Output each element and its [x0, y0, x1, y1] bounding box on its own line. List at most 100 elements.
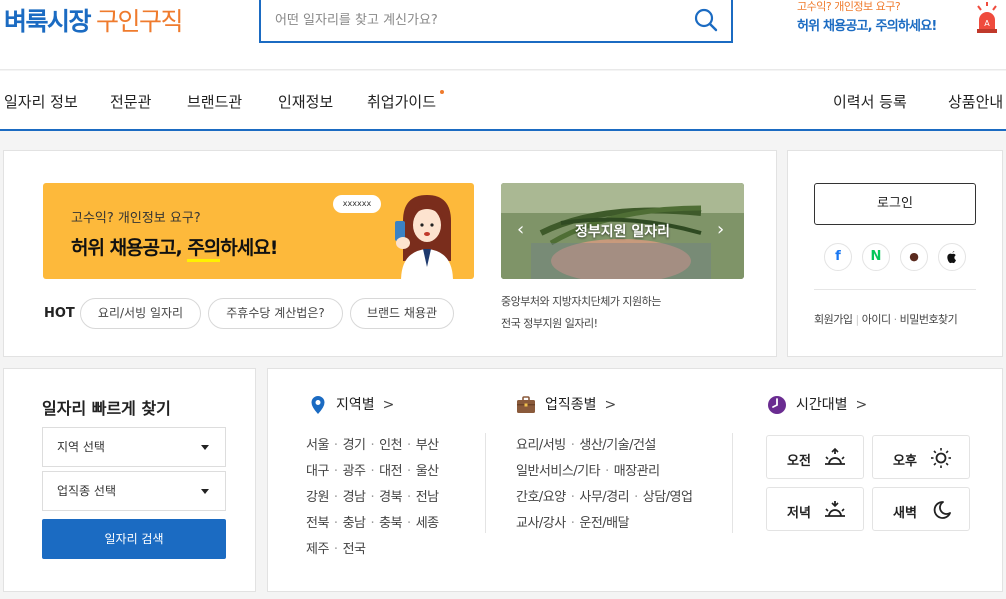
region-link[interactable]: 전북 — [306, 516, 329, 531]
region-category-link[interactable]: 지역별 > — [336, 394, 394, 414]
region-link[interactable]: 전국 — [343, 542, 366, 557]
job-type-row: 일반서비스/기타 · 매장관리 — [516, 459, 692, 485]
hot-tag-brand-hiring[interactable]: 브랜드 채용관 — [350, 298, 454, 329]
separator-dot: · — [370, 490, 375, 505]
region-row: 강원 · 경남 · 경북 · 전남 — [306, 485, 439, 511]
time-morning-button[interactable]: 오전 — [766, 435, 864, 479]
separator-dot: · — [634, 490, 638, 505]
divider — [814, 289, 976, 290]
job-search-button[interactable]: 일자리 검색 — [42, 519, 226, 559]
region-link[interactable]: 인천 — [379, 438, 402, 453]
job-type-link[interactable]: 상담/영업 — [643, 490, 693, 505]
region-row: 서울 · 경기 · 인천 · 부산 — [306, 433, 439, 459]
region-link[interactable]: 광주 — [343, 464, 366, 479]
job-type-select[interactable]: 업직종 선택 — [42, 471, 226, 511]
find-id-link[interactable]: 아이디 — [862, 313, 891, 326]
nav-specialty[interactable]: 전문관 — [110, 91, 151, 112]
scam-warning-banner[interactable]: 고수익? 개인정보 요구? 허위 채용공고, 주의하세요! xxxxxx — [43, 183, 474, 279]
time-evening-button[interactable]: 저녁 — [766, 487, 864, 531]
nav-job-info[interactable]: 일자리 정보 — [4, 91, 78, 112]
job-type-link[interactable]: 요리/서빙 — [516, 438, 566, 453]
column-divider — [485, 433, 486, 533]
separator-dot: · — [370, 516, 375, 531]
apple-icon[interactable] — [938, 243, 966, 271]
region-select-value: 지역 선택 — [57, 440, 105, 454]
site-logo[interactable]: 벼룩시장 구인구직 — [4, 2, 184, 38]
hot-tag-cooking[interactable]: 요리/서빙 일자리 — [80, 298, 201, 329]
time-afternoon-button[interactable]: 오후 — [872, 435, 970, 479]
hot-label: HOT — [44, 306, 75, 321]
search-input[interactable] — [275, 8, 675, 32]
region-link[interactable]: 서울 — [306, 438, 329, 453]
time-category-link[interactable]: 시간대별 > — [796, 394, 867, 414]
job-select-value: 업직종 선택 — [57, 484, 117, 498]
region-row: 전북 · 충남 · 충북 · 세종 — [306, 511, 439, 537]
facebook-icon[interactable]: f — [824, 243, 852, 271]
region-link[interactable]: 강원 — [306, 490, 329, 505]
nav-talent[interactable]: 인재정보 — [278, 91, 333, 112]
nav-career-guide[interactable]: 취업가이드 — [367, 91, 436, 112]
separator-dot: · — [407, 490, 411, 505]
caret-down-icon — [201, 445, 209, 450]
region-link[interactable]: 대전 — [379, 464, 402, 479]
promo-panel: 고수익? 개인정보 요구? 허위 채용공고, 주의하세요! xxxxxx ‹ ›… — [3, 150, 777, 357]
separator-dot: · — [407, 516, 411, 531]
region-select[interactable]: 지역 선택 — [42, 427, 226, 467]
region-link[interactable]: 경북 — [379, 490, 402, 505]
login-button[interactable]: 로그인 — [814, 183, 976, 225]
sunset-icon — [825, 501, 845, 517]
hot-tag-holiday-pay[interactable]: 주휴수당 계산법은? — [208, 298, 343, 329]
kakao-talk-icon[interactable]: ● — [900, 243, 928, 271]
nav-brand[interactable]: 브랜드관 — [187, 91, 242, 112]
time-morning-label: 오전 — [787, 454, 811, 469]
separator-dot: · — [407, 464, 411, 479]
job-type-link[interactable]: 교사/강사 — [516, 516, 566, 531]
region-link[interactable]: 충남 — [343, 516, 366, 531]
region-link[interactable]: 전남 — [416, 490, 439, 505]
region-link[interactable]: 제주 — [306, 542, 329, 557]
time-dawn-label: 새벽 — [893, 506, 917, 521]
login-panel: 로그인 f N ● 회원가입 | 아이디 · 비밀번호찾기 — [787, 150, 1003, 357]
nav-products[interactable]: 상품안내 — [948, 91, 1003, 112]
gov-description: 중앙부처와 지방자치단체가 지원하는 전국 정부지원 일자리! — [501, 295, 661, 330]
region-link[interactable]: 대구 — [306, 464, 329, 479]
svg-text:A: A — [984, 19, 990, 28]
region-link[interactable]: 울산 — [416, 464, 439, 479]
scam-warning-line1: 고수익? 개인정보 요구? — [797, 0, 901, 13]
apple-logo — [947, 251, 956, 264]
job-category-link[interactable]: 업직종별 > — [545, 394, 616, 414]
search-button[interactable] — [693, 7, 719, 33]
region-link[interactable]: 경남 — [343, 490, 366, 505]
region-row: 제주 · 전국 — [306, 537, 439, 563]
job-type-link[interactable]: 간호/요양 — [516, 490, 566, 505]
job-type-link[interactable]: 운전/배달 — [579, 516, 629, 531]
login-links: 회원가입 | 아이디 · 비밀번호찾기 — [814, 313, 958, 326]
find-password-link[interactable]: 비밀번호찾기 — [900, 313, 958, 326]
chevron-right-icon: > — [604, 397, 617, 413]
region-link[interactable]: 경기 — [343, 438, 366, 453]
nav-resume-register[interactable]: 이력서 등록 — [833, 91, 907, 112]
separator-dot: · — [570, 490, 575, 505]
time-dawn-button[interactable]: 새벽 — [872, 487, 970, 531]
banner-title: 허위 채용공고, 주의하세요! — [71, 233, 278, 262]
job-type-link[interactable]: 매장관리 — [614, 464, 660, 479]
search-icon — [694, 8, 718, 32]
job-type-link[interactable]: 일반서비스/기타 — [516, 464, 601, 479]
phone-woman-illustration — [395, 195, 453, 279]
naver-icon[interactable]: N — [862, 243, 890, 271]
gov-jobs-banner[interactable]: ‹ › 정부지원 일자리 — [501, 183, 744, 279]
scam-warning-line2: 허위 채용공고, 주의하세요! — [797, 19, 937, 34]
column-divider — [732, 433, 733, 533]
job-type-link[interactable]: 사무/경리 — [579, 490, 629, 505]
separator-dot: · — [333, 438, 338, 453]
job-type-link[interactable]: 생산/기술/건설 — [579, 438, 656, 453]
signup-link[interactable]: 회원가입 — [814, 313, 853, 326]
region-link[interactable]: 세종 — [416, 516, 439, 531]
scam-warning[interactable]: 고수익? 개인정보 요구? 허위 채용공고, 주의하세요! A — [797, 0, 997, 40]
logo-text-sub: 구인구직 — [96, 7, 184, 36]
region-link[interactable]: 부산 — [416, 438, 439, 453]
region-row: 대구 · 광주 · 대전 · 울산 — [306, 459, 439, 485]
region-link[interactable]: 충북 — [379, 516, 402, 531]
chevron-right-icon: > — [855, 397, 868, 413]
separator-dot: · — [570, 438, 575, 453]
